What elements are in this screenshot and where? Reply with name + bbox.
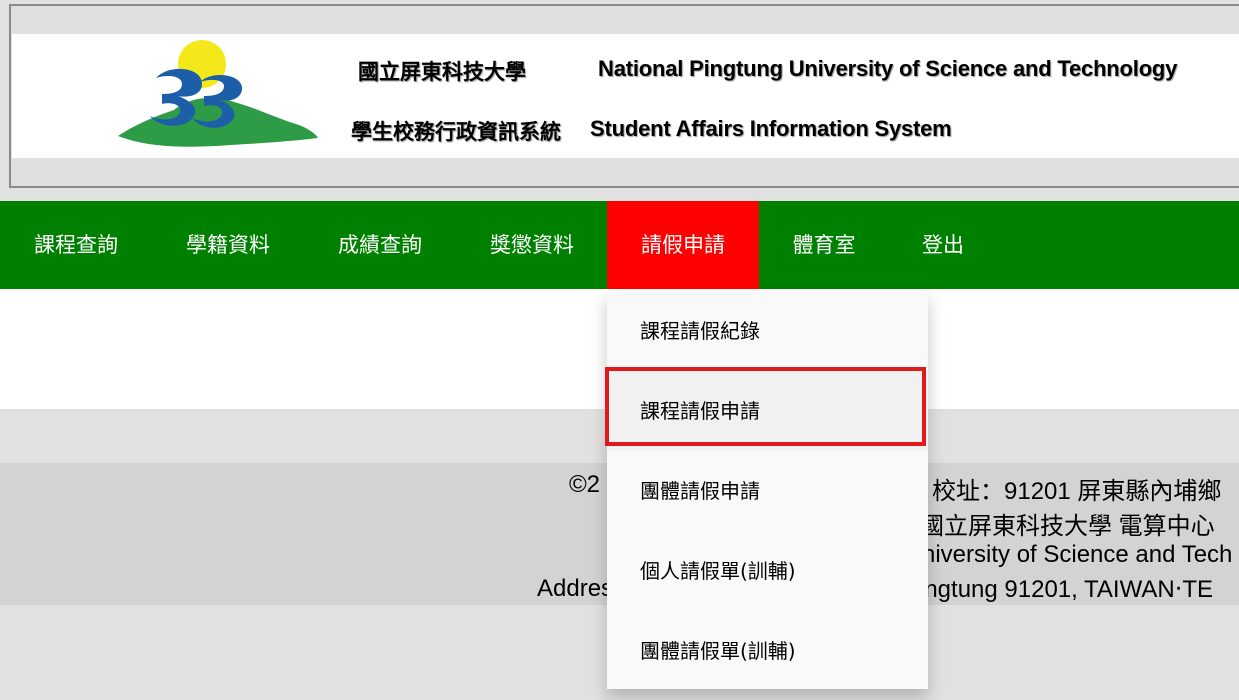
- dropdown-item-group-leave-apply[interactable]: 團體請假申請: [607, 451, 928, 531]
- dropdown-item-personal-leave-form[interactable]: 個人請假單(訓輔): [607, 531, 928, 611]
- dropdown-item-course-leave-record[interactable]: 課程請假紀錄: [607, 291, 928, 371]
- nav-item-logout[interactable]: 登出: [889, 201, 997, 289]
- dropdown-item-course-leave-apply[interactable]: 課程請假申請: [607, 371, 928, 451]
- main-navbar: 課程查詢 學籍資料 成績查詢 獎懲資料 請假申請 體育室 登出: [0, 201, 1239, 289]
- nav-item-grade-query[interactable]: 成績查詢: [304, 201, 456, 289]
- university-logo: [118, 40, 318, 147]
- leave-application-dropdown: 課程請假紀錄 課程請假申請 團體請假申請 個人請假單(訓輔) 團體請假單(訓輔): [607, 291, 928, 689]
- system-name-zh: 學生校務行政資訊系統: [351, 120, 561, 144]
- nav-item-course-query[interactable]: 課程查詢: [0, 201, 152, 289]
- footer-university-en: niversity of Science and Tech: [922, 541, 1233, 568]
- nav-item-leave-application[interactable]: 請假申請: [607, 201, 759, 289]
- footer-address-zh: 校址：91201 屏東縣內埔鄉: [932, 478, 1222, 505]
- footer-copyright: ©2: [569, 471, 601, 498]
- footer-address-label: Addres: [537, 575, 614, 602]
- footer-address-en: ingtung 91201, TAIWAN‧TE: [919, 576, 1213, 603]
- nav-item-student-records[interactable]: 學籍資料: [152, 201, 304, 289]
- university-name-zh: 國立屏東科技大學: [358, 60, 526, 84]
- footer-computer-center: 國立屏東科技大學 電算中心: [920, 513, 1215, 540]
- nav-item-physical-education[interactable]: 體育室: [759, 201, 889, 289]
- dropdown-item-group-leave-form[interactable]: 團體請假單(訓輔): [607, 611, 928, 691]
- nav-item-rewards-penalties[interactable]: 獎懲資料: [456, 201, 608, 289]
- university-name-en: National Pingtung University of Science …: [598, 56, 1178, 81]
- system-name-en: Student Affairs Information System: [590, 116, 952, 141]
